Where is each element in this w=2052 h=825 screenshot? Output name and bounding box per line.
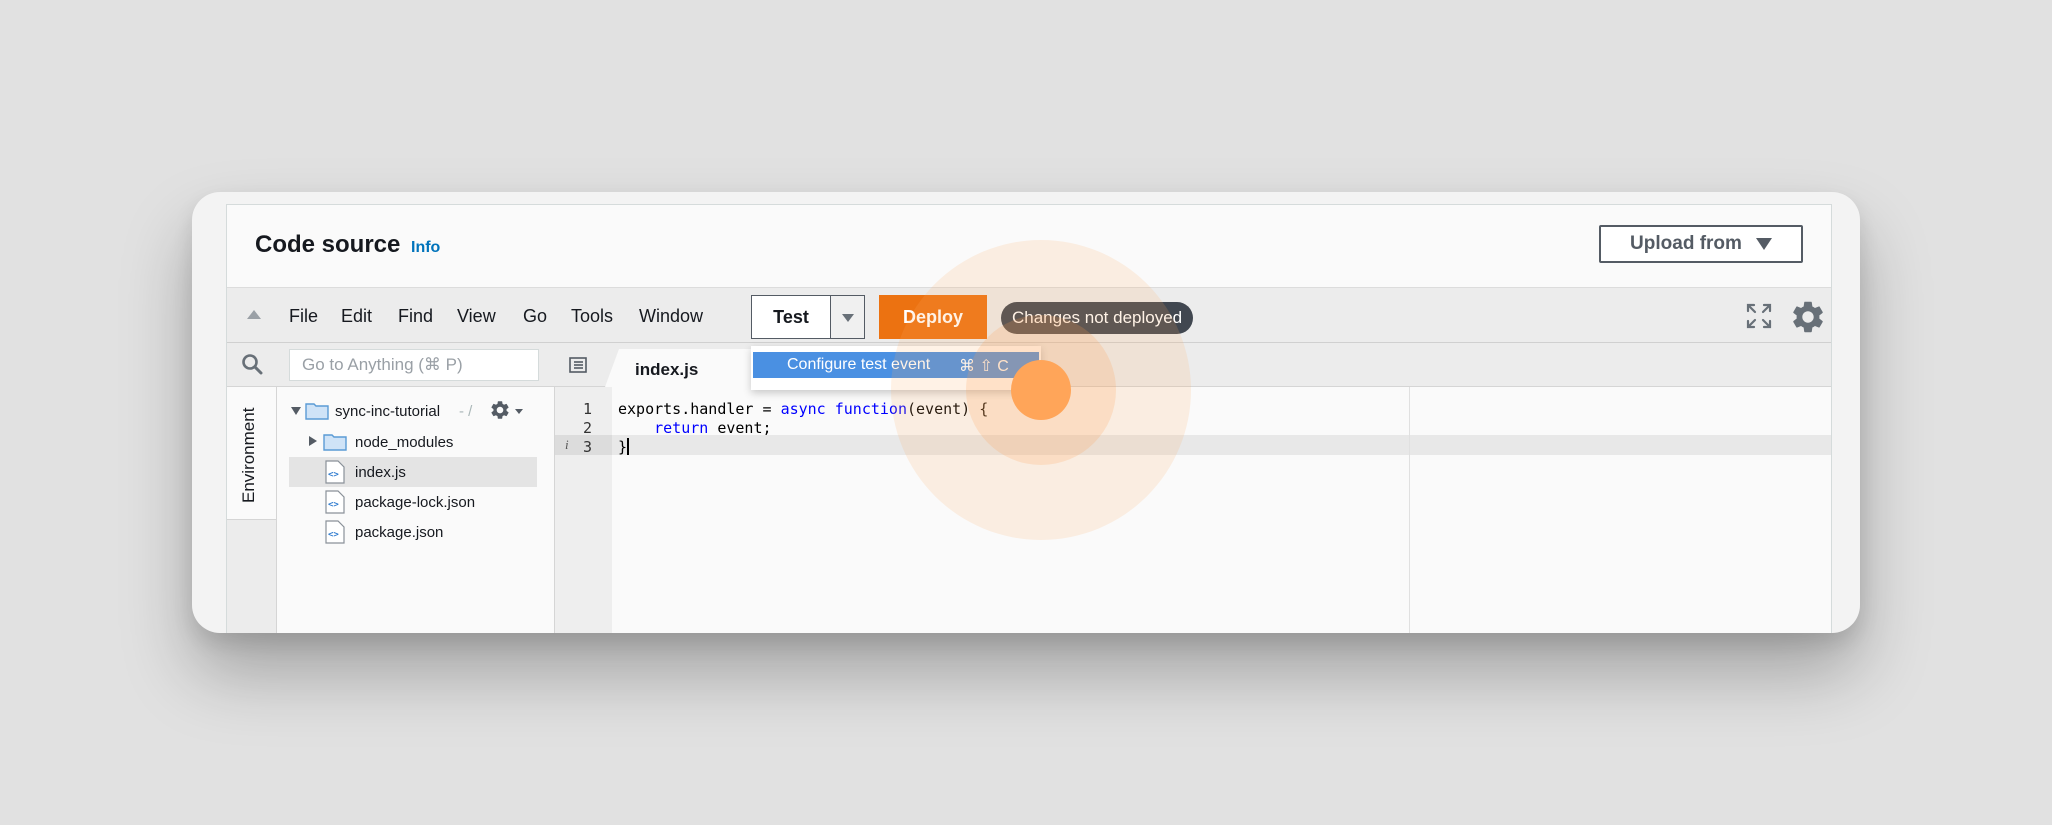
line-number: 3 (583, 438, 593, 456)
tree-item-index-js[interactable]: <> index.js (289, 457, 537, 487)
root-folder-label: sync-inc-tutorial (335, 403, 441, 420)
menu-tools[interactable]: Tools (571, 306, 613, 327)
folder-icon (305, 403, 329, 420)
code-text: exports.handler = (618, 400, 781, 418)
tree-item-label: node_modules (355, 434, 454, 451)
menu-edit[interactable]: Edit (341, 306, 372, 327)
info-marker-icon: i (565, 437, 569, 452)
tree-item-package-json[interactable]: <> package.json (289, 517, 537, 547)
editor-gutter: 1 2 i 3 (555, 387, 612, 633)
menu-view[interactable]: View (457, 306, 496, 327)
code-line-2: return event; (618, 419, 772, 437)
caret-down-icon (842, 314, 854, 322)
gear-icon[interactable] (489, 399, 511, 421)
text-cursor (627, 438, 630, 455)
menu-file[interactable]: File (289, 306, 318, 327)
click-highlight-dot (1011, 360, 1071, 420)
file-tree: sync-inc-tutorial - / node_modules <> in… (277, 387, 555, 633)
line-number: 1 (583, 400, 593, 418)
folder-icon (323, 434, 347, 451)
code-line-3: } (618, 438, 630, 456)
settings-gear-icon[interactable] (1789, 298, 1827, 336)
expand-arrow-icon[interactable] (291, 407, 301, 415)
code-file-icon: <> (325, 460, 345, 484)
search-icon (242, 354, 263, 375)
tree-item-label: index.js (355, 464, 406, 481)
tree-item-label: package.json (355, 524, 444, 541)
svg-text:<>: <> (328, 500, 339, 510)
editor-tab-index-js[interactable]: index.js (605, 349, 755, 387)
tab-list-icon[interactable] (569, 357, 587, 373)
page-title: Code source (255, 231, 401, 258)
environment-strip: Environment (227, 387, 277, 633)
info-link[interactable]: Info (411, 239, 440, 257)
caret-down-icon (515, 409, 523, 414)
code-file-icon: <> (325, 520, 345, 544)
goto-anything-input[interactable]: Go to Anything (⌘ P) (289, 349, 539, 381)
menu-go[interactable]: Go (523, 306, 547, 327)
code-keyword: return (654, 419, 709, 437)
expand-arrow-icon[interactable] (309, 436, 317, 446)
collapse-icon[interactable] (247, 310, 261, 319)
print-margin (1409, 387, 1410, 633)
upload-from-button[interactable]: Upload from (1599, 225, 1803, 263)
test-button[interactable]: Test (751, 295, 831, 339)
code-editor[interactable]: exports.handler = async function(event) … (612, 387, 1831, 633)
editor-tab-bar: index.js (555, 343, 1831, 387)
tree-item-node-modules[interactable]: node_modules (289, 427, 537, 457)
goto-search-bar: Go to Anything (⌘ P) (227, 343, 555, 387)
code-keyword: async function (780, 400, 907, 418)
upload-from-label: Upload from (1630, 233, 1742, 254)
root-path-suffix: - / (459, 403, 473, 420)
active-line-highlight (612, 435, 1831, 455)
tree-item-package-lock-json[interactable]: <> package-lock.json (289, 487, 537, 517)
environment-tab-label: Environment (239, 407, 258, 503)
tree-root-folder[interactable]: sync-inc-tutorial - / (289, 396, 537, 426)
svg-text:<>: <> (328, 530, 339, 540)
line-number: 2 (583, 419, 593, 437)
svg-text:<>: <> (328, 470, 339, 480)
menu-find[interactable]: Find (398, 306, 433, 327)
tree-item-label: package-lock.json (355, 494, 476, 511)
menu-window[interactable]: Window (639, 306, 703, 327)
fullscreen-icon[interactable] (1745, 302, 1773, 330)
test-dropdown-toggle[interactable] (831, 295, 865, 339)
environment-tab[interactable]: Environment (227, 387, 276, 520)
code-file-icon: <> (325, 490, 345, 514)
code-text: event; (708, 419, 772, 437)
caret-down-icon (1755, 238, 1772, 250)
code-text: } (618, 438, 628, 456)
